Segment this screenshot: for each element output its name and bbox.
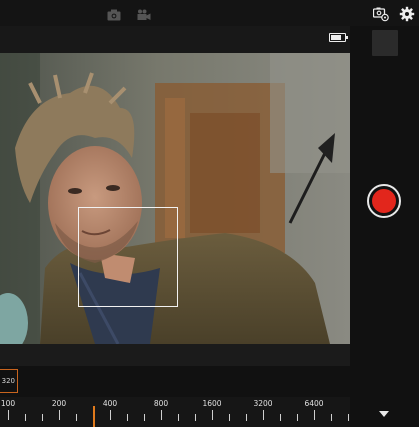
viewfinder-header xyxy=(0,26,350,53)
iso-tick xyxy=(280,414,281,421)
viewfinder[interactable] xyxy=(0,26,350,344)
iso-tick xyxy=(42,414,43,421)
battery-icon xyxy=(329,33,348,42)
iso-tick xyxy=(59,410,60,420)
iso-tick xyxy=(25,414,26,421)
iso-tick xyxy=(195,414,196,421)
iso-tick xyxy=(161,410,162,420)
iso-label-400: 400 xyxy=(102,399,118,408)
iso-tick xyxy=(348,414,349,421)
iso-tick xyxy=(314,410,315,420)
photo-mode-icon[interactable] xyxy=(107,6,121,21)
camera-settings-icon[interactable] xyxy=(372,6,389,22)
iso-label-6400: 6400 xyxy=(304,399,324,408)
iso-tick xyxy=(263,410,264,420)
iso-tick xyxy=(144,414,145,421)
record-dot xyxy=(372,189,396,213)
live-view-image[interactable] xyxy=(0,53,350,344)
video-mode-icon[interactable] xyxy=(137,6,151,20)
iso-label-1600: 1600 xyxy=(202,399,222,408)
iso-cursor[interactable] xyxy=(93,406,95,427)
iso-tick xyxy=(76,414,77,421)
iso-tick xyxy=(246,414,247,421)
top-toolbar xyxy=(0,0,419,26)
iso-tick xyxy=(127,414,128,421)
iso-label-3200: 3200 xyxy=(253,399,273,408)
iso-value-chip[interactable]: 320 xyxy=(0,369,18,393)
chevron-down-icon[interactable] xyxy=(379,411,389,417)
gear-icon[interactable] xyxy=(399,6,415,22)
iso-tick xyxy=(110,410,111,420)
record-button[interactable] xyxy=(367,184,401,218)
iso-tick xyxy=(331,414,332,421)
right-control-panel xyxy=(350,26,419,427)
iso-tick xyxy=(212,410,213,420)
iso-slider[interactable]: 100 200 400 800 1600 3200 6400 xyxy=(0,397,350,427)
iso-tick xyxy=(8,410,9,420)
info-strip xyxy=(0,344,350,366)
gallery-thumbnail[interactable] xyxy=(372,30,398,56)
iso-label-100: 100 xyxy=(0,399,16,408)
iso-tick xyxy=(229,414,230,421)
iso-tick xyxy=(297,414,298,421)
iso-label-800: 800 xyxy=(153,399,169,408)
iso-tick xyxy=(178,414,179,421)
iso-label-200: 200 xyxy=(51,399,67,408)
